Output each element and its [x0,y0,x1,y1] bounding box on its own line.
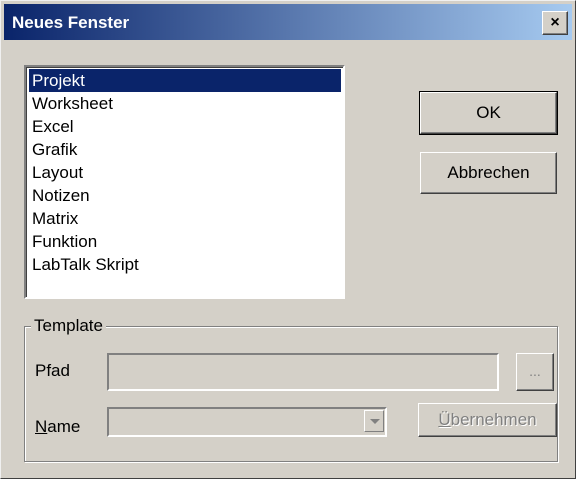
list-item-projekt[interactable]: Projekt [29,69,341,92]
window-type-list[interactable]: Projekt Worksheet Excel Grafik Layout No… [24,65,345,299]
list-item-worksheet[interactable]: Worksheet [29,92,341,115]
list-item-funktion[interactable]: Funktion [29,230,341,253]
path-label: Pfad [35,361,70,380]
apply-button: Übernehmen [418,403,557,437]
list-item-excel[interactable]: Excel [29,115,341,138]
name-dropdown [107,407,387,437]
dialog-title: Neues Fenster [12,13,130,32]
close-button[interactable]: × [542,11,568,35]
list-item-matrix[interactable]: Matrix [29,207,341,230]
new-window-dialog: Neues Fenster × Projekt Worksheet Excel … [0,0,576,479]
template-groupbox [24,326,558,462]
cancel-button[interactable]: Abbrechen [420,152,557,194]
ok-button[interactable]: OK [419,91,558,135]
browse-button: ... [516,353,554,391]
list-item-grafik[interactable]: Grafik [29,138,341,161]
path-field [107,353,499,391]
list-item-notizen[interactable]: Notizen [29,184,341,207]
close-icon: × [550,14,560,31]
chevron-down-icon [364,410,384,432]
list-item-labtalk-skript[interactable]: LabTalk Skript [29,253,341,276]
list-item-layout[interactable]: Layout [29,161,341,184]
template-group-label: Template [31,317,106,335]
title-bar: Neues Fenster × [4,4,572,40]
browse-label: ... [529,363,541,379]
name-label: Name [35,417,81,436]
